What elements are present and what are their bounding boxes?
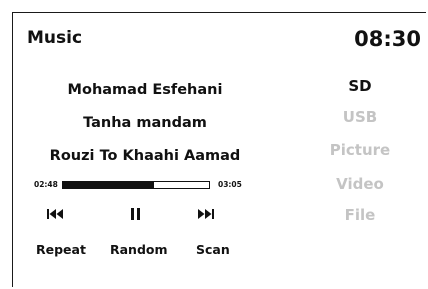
- source-usb[interactable]: USB: [300, 108, 420, 126]
- scan-button[interactable]: Scan: [196, 242, 230, 258]
- source-file[interactable]: File: [300, 206, 420, 224]
- next-track-button[interactable]: [195, 205, 217, 223]
- song-title: Rouzi To Khaahi Aamad: [49, 148, 241, 164]
- previous-track-button[interactable]: [44, 205, 66, 223]
- total-time: 03:05: [218, 180, 242, 189]
- source-sd[interactable]: SD: [300, 77, 420, 95]
- clock: 08:30: [354, 27, 421, 51]
- repeat-button[interactable]: Repeat: [36, 242, 86, 258]
- skip-next-icon: [198, 209, 214, 219]
- album-name: Tanha mandam: [83, 115, 207, 131]
- skip-previous-icon: [47, 209, 63, 219]
- artist-name: Mohamad Esfehani: [67, 82, 223, 98]
- progress-fill: [63, 182, 154, 188]
- random-button[interactable]: Random: [110, 242, 168, 258]
- page-title: Music: [27, 28, 83, 48]
- elapsed-time: 02:48: [34, 180, 58, 189]
- source-picture[interactable]: Picture: [300, 141, 420, 159]
- pause-icon: [130, 208, 140, 220]
- progress-bar[interactable]: [62, 181, 210, 189]
- pause-button[interactable]: [124, 205, 146, 223]
- source-video[interactable]: Video: [300, 175, 420, 193]
